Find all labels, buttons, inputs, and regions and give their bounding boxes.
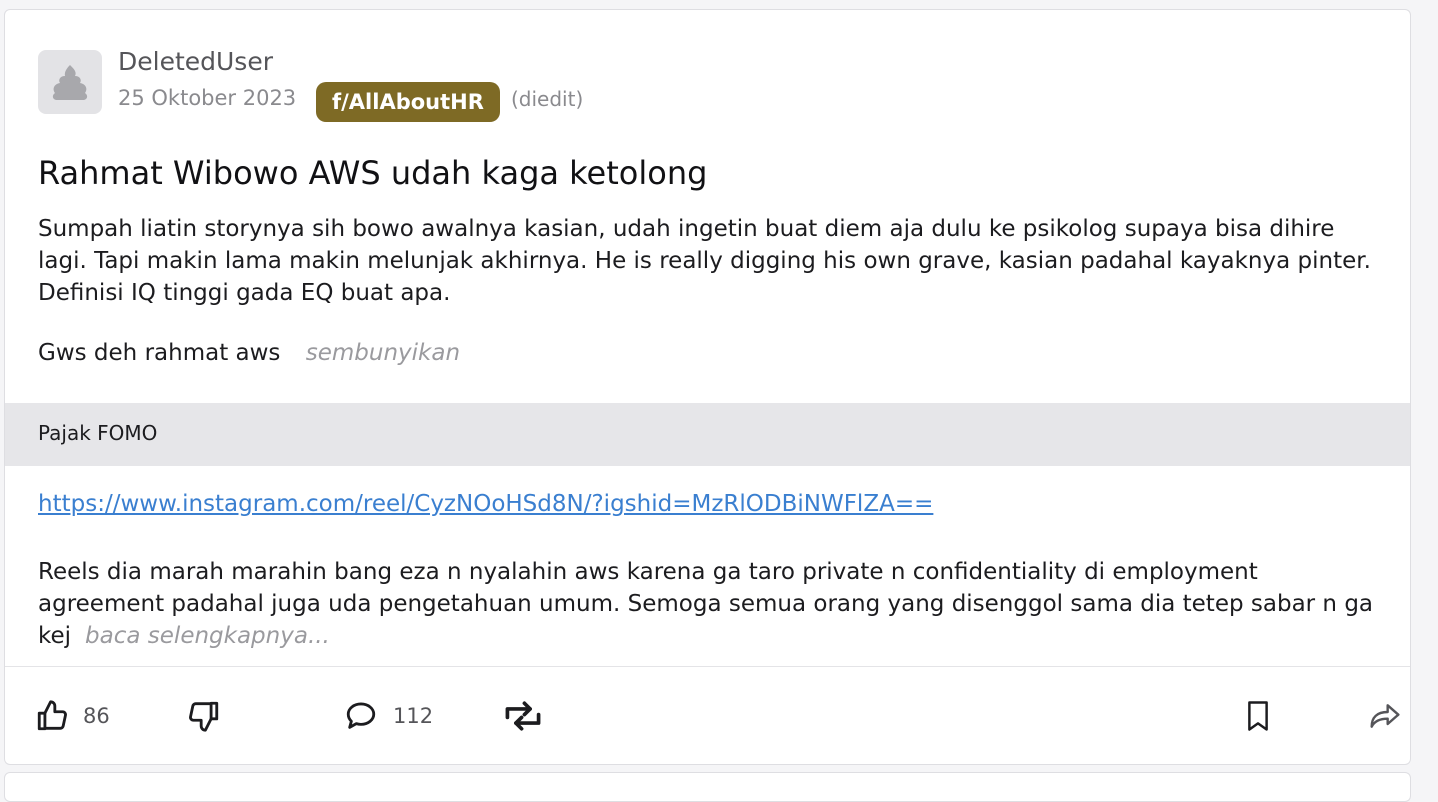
thumbs-down-icon (189, 701, 219, 732)
like-button[interactable]: 86 (35, 696, 110, 736)
comment-button[interactable]: 112 (343, 696, 433, 736)
action-divider (5, 666, 1410, 667)
repost-button[interactable] (503, 696, 543, 736)
thumbs-up-icon (37, 700, 67, 731)
post-title[interactable]: Rahmat Wibowo AWS udah kaga ketolong (38, 154, 707, 192)
comment-icon (346, 702, 376, 729)
avatar[interactable] (38, 50, 102, 114)
author-name[interactable]: DeletedUser (118, 47, 273, 76)
post-date: 25 Oktober 2023 (118, 86, 297, 110)
bookmark-icon (1248, 701, 1268, 731)
next-post-card (4, 772, 1411, 802)
comment-count: 112 (393, 704, 434, 728)
quoted-post-title[interactable]: Pajak FOMO (38, 421, 157, 445)
post-body: Sumpah liatin storynya sih bowo awalnya … (38, 216, 1371, 306)
post-sign-off: Gws deh rahmat aws sembunyikan (38, 340, 460, 366)
bookmark-button[interactable] (1245, 696, 1271, 736)
community-badge[interactable]: f/AllAboutHR (316, 82, 500, 122)
quoted-post-header[interactable]: Pajak FOMO (5, 403, 1410, 466)
edited-label: (diedit) (511, 87, 584, 111)
dislike-button[interactable] (187, 696, 221, 736)
sign-off-text: Gws deh rahmat aws (38, 340, 281, 366)
share-button[interactable] (1369, 696, 1401, 736)
quoted-post-excerpt: Reels dia marah marahin bang eza n nyala… (38, 556, 1388, 652)
repost-icon (505, 701, 541, 731)
share-icon (1370, 704, 1400, 728)
post-card: DeletedUser 25 Oktober 2023 f/AllAboutHR… (4, 9, 1411, 765)
instagram-link[interactable]: https://www.instagram.com/reel/CyzNOoHSd… (38, 491, 933, 517)
like-count: 86 (83, 704, 110, 728)
read-more-link[interactable]: baca selengkapnya... (85, 623, 330, 649)
hide-link[interactable]: sembunyikan (306, 340, 460, 366)
avatar-placeholder-icon (52, 65, 88, 100)
